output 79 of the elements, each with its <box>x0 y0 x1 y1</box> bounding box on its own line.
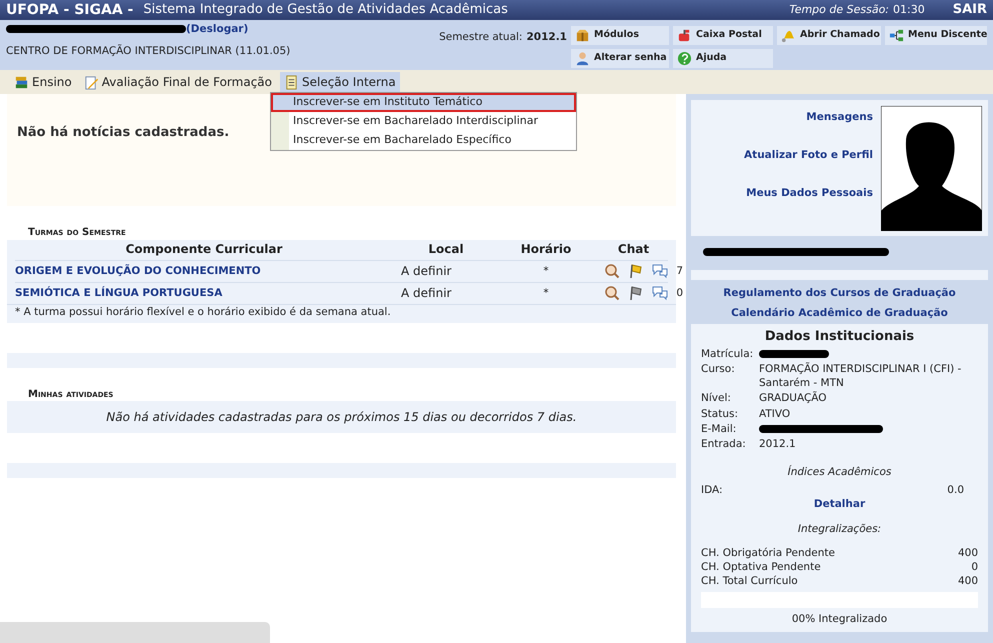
class-link[interactable]: ORIGEM E EVOLUÇÃO DO CONHECIMENTO <box>15 264 261 277</box>
field-label: Status: <box>701 406 739 421</box>
field-value: ATIVO <box>759 406 790 421</box>
field-label: CH. Total Currículo <box>701 574 798 588</box>
empty-activities-message: Não há atividades cadastradas para os próximos 15 dias ou decorridos 7 dias. <box>106 410 577 424</box>
system-name: UFOPA - SIGAA - <box>6 0 134 20</box>
field-label: Nível: <box>701 391 732 406</box>
bell-icon <box>781 28 796 43</box>
section-heading: Minhas atividades <box>28 388 114 402</box>
field-value: 0.0 <box>947 483 964 498</box>
field-label: Curso: <box>701 362 736 378</box>
shortcut-button[interactable]: Alterar senha <box>571 49 669 68</box>
field-value: FORMAÇÃO INTERDISCIPLINAR I (CFI) - Santarém - MTN <box>759 362 962 390</box>
shortcut-button[interactable]: Ajuda <box>673 49 773 68</box>
box-icon <box>575 28 590 43</box>
course-link[interactable]: Calendário Acadêmico de Graduação <box>691 306 988 320</box>
magnifier-icon[interactable] <box>604 285 620 301</box>
subsection-title: Integralizações: <box>796 522 882 536</box>
system-title: Sistema Integrado de Gestão de Atividades Acadêmicas <box>143 1 508 19</box>
logout-link[interactable]: SAIR <box>952 1 987 19</box>
menu-tab[interactable]: Avaliação Final de Formação <box>80 72 276 92</box>
field-label: E-Mail: <box>701 422 738 436</box>
progress-label: 00% Integralizado <box>790 612 888 626</box>
field-label: Matrícula: <box>701 346 754 362</box>
shortcut-button[interactable]: Módulos <box>571 26 669 45</box>
help-icon <box>677 51 692 66</box>
semester-value: 2012.1 <box>526 30 567 45</box>
chat-count: 7 <box>676 264 683 278</box>
mailbox-icon <box>677 28 692 43</box>
redaction-bar <box>759 350 829 358</box>
hierarchy-icon <box>889 28 904 43</box>
column-header: Horário <box>520 241 572 258</box>
field-label: IDA: <box>701 483 723 498</box>
shortcut-button[interactable]: Caixa Postal <box>673 26 773 45</box>
magnifier-icon[interactable] <box>604 263 620 279</box>
field-label: CH. Obrigatória Pendente <box>701 546 835 560</box>
profile-link[interactable]: Mensagens <box>697 110 873 124</box>
speech-bubbles-icon[interactable] <box>652 263 668 279</box>
document-icon <box>284 74 299 90</box>
menu-tab[interactable]: Ensino <box>10 72 76 92</box>
column-header: Local <box>427 241 465 258</box>
footnote: * A turma possui horário flexível e o horário exibido é da semana atual. <box>7 304 676 323</box>
speech-bubbles-icon[interactable] <box>652 285 668 301</box>
class-link[interactable]: SEMIÓTICA E LÍNGUA PORTUGUESA <box>15 286 222 299</box>
field-label: Entrada: <box>701 436 747 452</box>
course-link[interactable]: Regulamento dos Cursos de Graduação <box>691 286 988 300</box>
profile-link[interactable]: Meus Dados Pessoais <box>697 186 873 201</box>
field-label: CH. Optativa Pendente <box>701 560 821 574</box>
panel-title: Dados Institucionais <box>764 328 916 346</box>
shortcut-button[interactable]: Abrir Chamado <box>777 26 881 45</box>
field-value: 2012.1 <box>759 436 796 452</box>
deslogar-link[interactable]: (Deslogar) <box>186 22 248 36</box>
table-cell: A definir <box>401 264 452 278</box>
person-icon <box>575 51 590 66</box>
table-cell: A definir <box>401 286 452 300</box>
flag-icon[interactable] <box>628 285 644 301</box>
flag-icon[interactable] <box>628 263 644 279</box>
field-value: GRADUAÇÃO <box>759 391 827 406</box>
column-header: Componente Curricular <box>124 241 284 258</box>
unit-name: CENTRO DE FORMAÇÃO INTERDISCIPLINAR (11.01.05) <box>6 44 292 58</box>
field-value: 400 <box>958 546 978 560</box>
session-label: Tempo de Sessão: <box>789 2 890 18</box>
chat-count: 0 <box>676 286 683 300</box>
pencil-icon <box>84 74 99 90</box>
shortcut-button[interactable]: Menu Discente <box>885 26 987 45</box>
profile-link[interactable]: Atualizar Foto e Perfil <box>697 148 873 162</box>
subsection-title: Índices Acadêmicos <box>786 465 892 480</box>
table-cell: * <box>543 286 549 299</box>
column-header: Chat <box>616 241 650 258</box>
section-heading: Turmas do Semestre <box>28 226 127 240</box>
field-value: 400 <box>958 574 978 588</box>
field-value: 0 <box>971 560 978 574</box>
session-time: 01:30 <box>893 2 925 18</box>
semester-label: Semestre atual: <box>439 30 522 45</box>
table-cell: * <box>543 264 549 277</box>
detail-link[interactable]: Detalhar <box>814 498 866 510</box>
dropdown-item[interactable]: Inscrever-se em Instituto Temático <box>271 93 576 112</box>
books-icon <box>14 74 29 90</box>
menu-tab[interactable]: Seleção Interna <box>280 72 400 92</box>
